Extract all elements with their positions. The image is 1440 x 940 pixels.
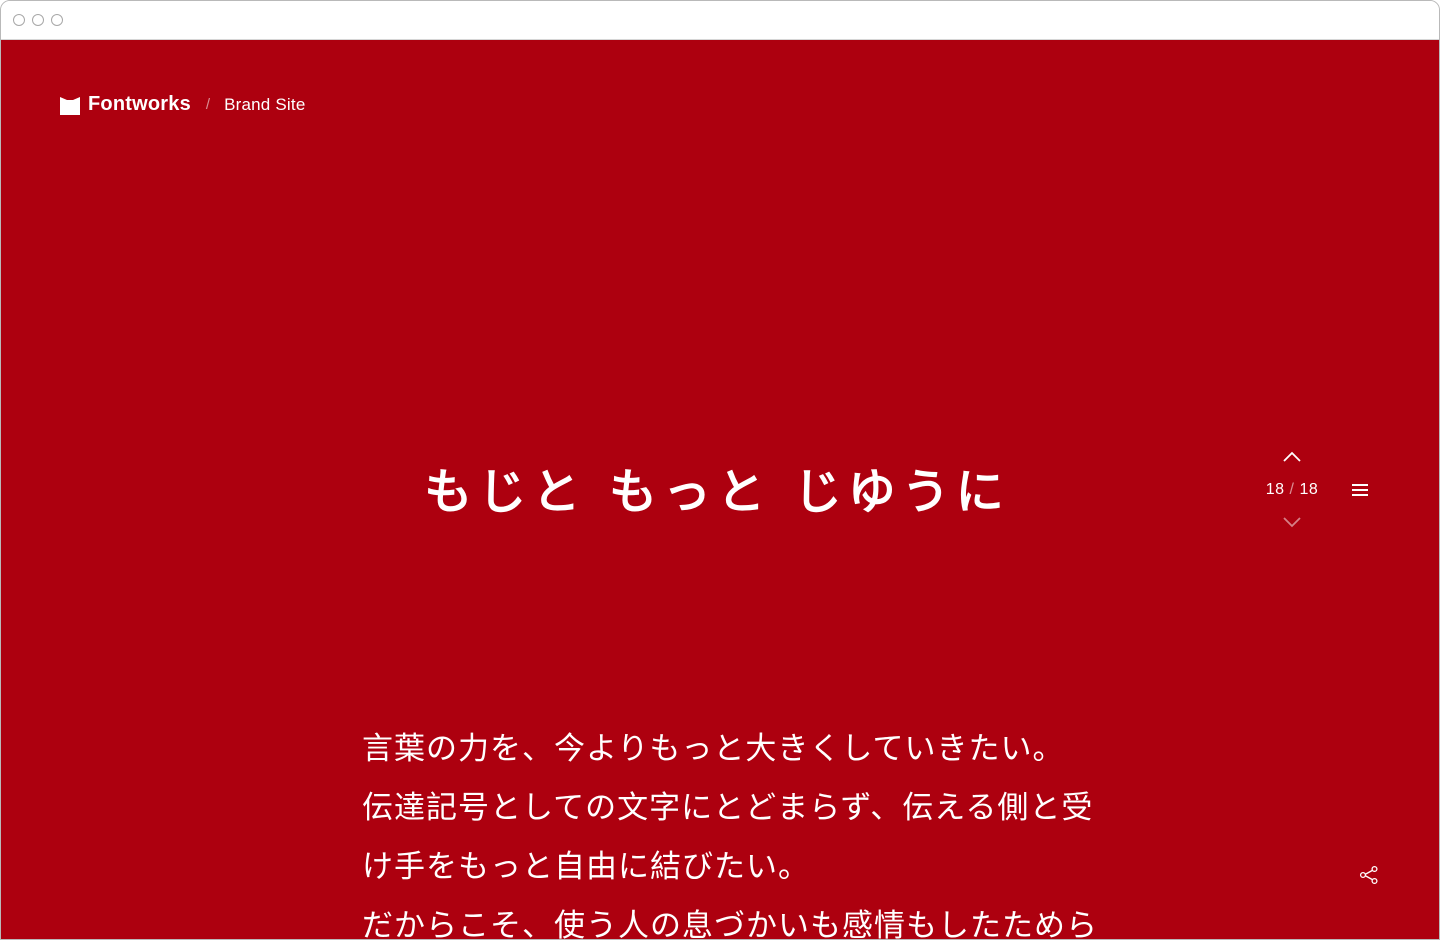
hamburger-menu-icon[interactable] [1351, 483, 1369, 497]
breadcrumb-current-page[interactable]: Brand Site [224, 95, 305, 115]
page-title: もじと もっと じゆうに [424, 464, 1010, 520]
browser-window: Fontworks / Brand Site もじと もっと じゆうに 18/1… [0, 0, 1440, 940]
chevron-up-icon[interactable] [1282, 451, 1302, 463]
slide-counter: 18/18 [1253, 481, 1331, 499]
intro-line: 伝達記号としての文字にとどまらず、伝える側と受 [362, 790, 1094, 826]
chevron-down-icon[interactable] [1282, 516, 1302, 528]
slide-counter-separator: / [1289, 481, 1295, 498]
breadcrumb-separator: / [205, 96, 211, 113]
fontworks-logo-icon[interactable] [60, 96, 80, 115]
site-header: Fontworks / Brand Site [60, 93, 305, 116]
intro-paragraph: 言葉の力を、今よりもっと大きくしていきたい。 伝達記号としての文字にとどまらず、… [362, 720, 1102, 940]
intro-line: け手をもっと自由に結びたい。 [362, 849, 810, 885]
window-zoom-button[interactable] [51, 14, 63, 26]
slide-total: 18 [1299, 481, 1319, 498]
intro-line: だからこそ、使う人の息づかいも感情もしたためら [362, 908, 1098, 940]
window-titlebar [1, 1, 1439, 40]
intro-line: 言葉の力を、今よりもっと大きくしていきたい。 [362, 731, 1065, 767]
page-content: Fontworks / Brand Site もじと もっと じゆうに 18/1… [1, 40, 1439, 940]
window-minimize-button[interactable] [32, 14, 44, 26]
brand-name-link[interactable]: Fontworks [88, 93, 191, 116]
share-icon[interactable] [1358, 864, 1380, 886]
window-close-button[interactable] [13, 14, 25, 26]
slide-navigator: 18/18 [1253, 445, 1331, 535]
slide-current: 18 [1265, 481, 1285, 498]
